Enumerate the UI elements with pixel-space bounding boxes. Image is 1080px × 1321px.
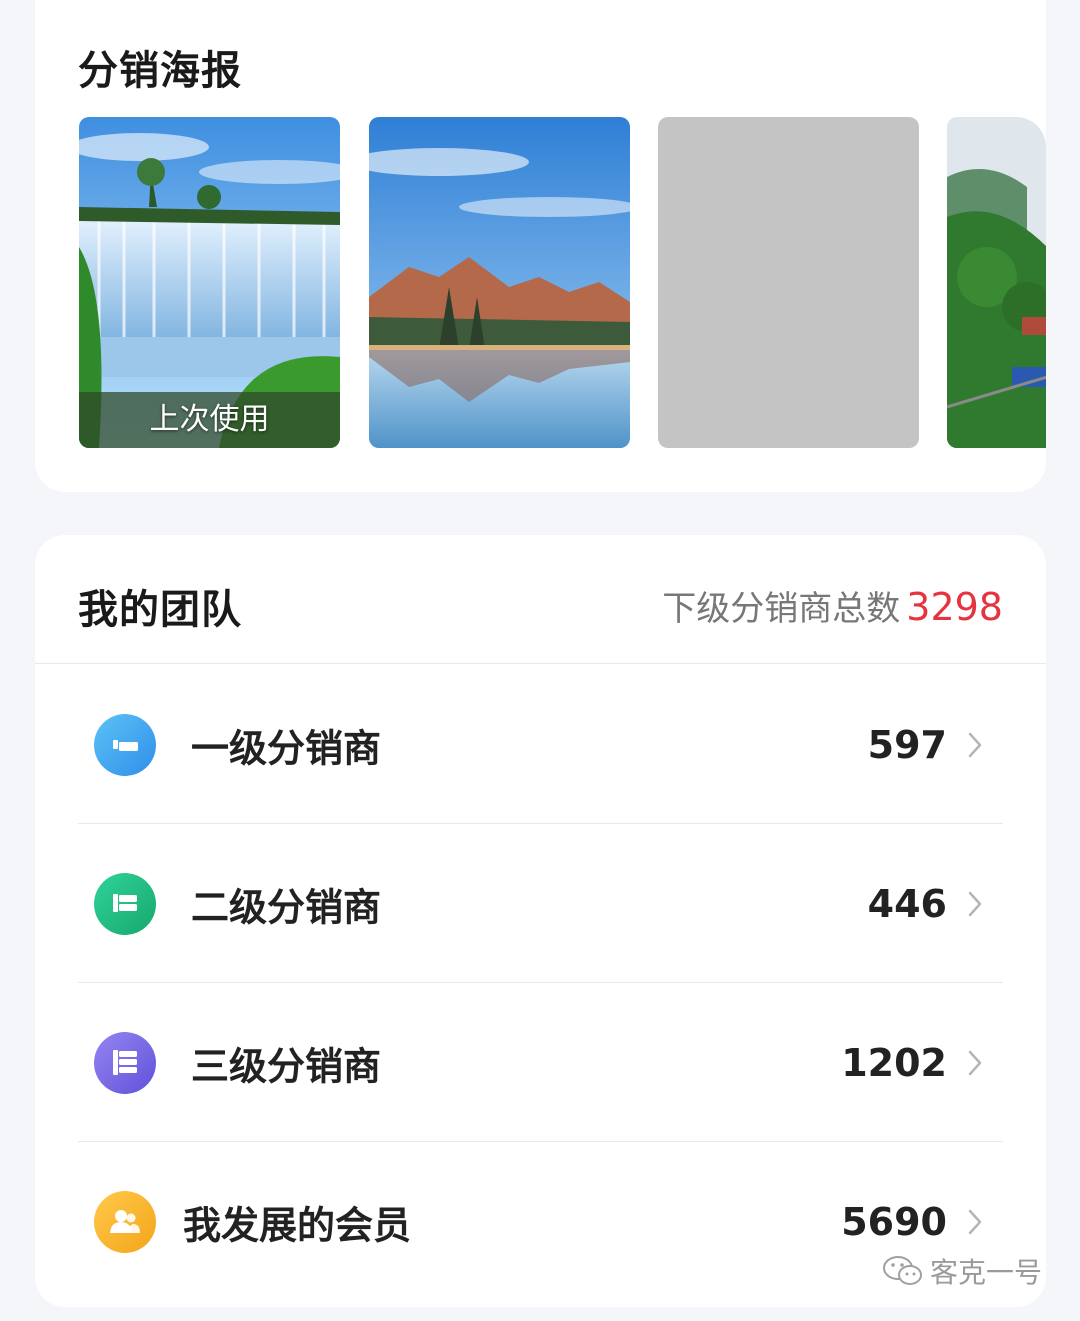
poster-waterfall[interactable]: 上次使用 [79,117,340,448]
row-divider [78,1141,1003,1142]
team-row-level-3[interactable]: 三级分销商 1202 [78,984,1003,1142]
wechat-icon [882,1256,922,1285]
poster-card: 分销海报 上次使用 [35,0,1046,492]
team-row-label: 一级分销商 [191,726,382,771]
team-row-label: 我发展的会员 [183,1203,412,1248]
poster-section-title: 分销海报 [78,48,242,94]
team-total: 下级分销商总数 3298 [662,581,1003,630]
row-divider [78,823,1003,824]
poster-carousel[interactable]: 上次使用 [35,117,1046,448]
team-total-value: 3298 [906,585,1003,629]
chevron-right-icon [968,891,982,917]
team-section-title: 我的团队 [78,587,242,633]
team-row-value: 5690 [841,1200,947,1244]
level-3-icon [94,1032,156,1094]
watermark-text: 客克一号 [929,1256,1042,1289]
forest-train-image [947,117,1046,448]
team-row-members[interactable]: 我发展的会员 5690 [78,1143,1003,1301]
last-used-tag: 上次使用 [149,402,270,437]
chevron-right-icon [968,732,982,758]
watermark: 客克一号 [882,1251,1042,1291]
team-row-value: 446 [867,882,947,926]
poster-placeholder[interactable] [658,117,919,448]
team-row-level-2[interactable]: 二级分销商 446 [78,825,1003,983]
poster-forest-train[interactable] [947,117,1046,448]
members-icon [94,1191,156,1253]
level-1-icon [94,714,156,776]
row-divider [78,982,1003,983]
level-2-icon [94,873,156,935]
divider [35,663,1046,664]
team-row-value: 1202 [841,1041,947,1085]
team-card: 我的团队 下级分销商总数 3298 一级分销商 597 二级分销商 446 三级… [35,535,1046,1307]
mountain-lake-image [369,117,630,448]
team-row-level-1[interactable]: 一级分销商 597 [78,666,1003,824]
team-row-label: 二级分销商 [191,885,382,930]
team-row-label: 三级分销商 [191,1044,382,1089]
chevron-right-icon [968,1050,982,1076]
chevron-right-icon [968,1209,982,1235]
team-row-value: 597 [867,723,947,767]
team-total-label: 下级分销商总数 [662,589,901,629]
poster-mountain-lake[interactable] [369,117,630,448]
